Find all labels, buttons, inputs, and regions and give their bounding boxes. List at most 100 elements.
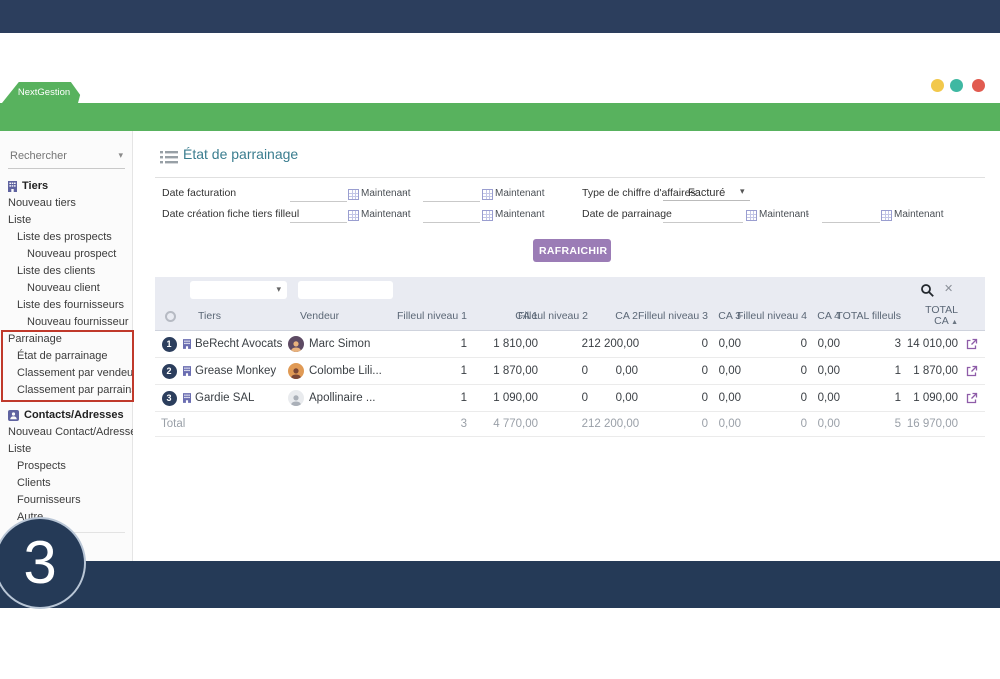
vendeur-name: Colombe Lili... bbox=[309, 365, 382, 377]
range-separator: - bbox=[404, 209, 407, 220]
sidebar-section-tiers[interactable]: Tiers bbox=[0, 178, 133, 195]
calendar-icon[interactable] bbox=[348, 189, 359, 200]
building-icon bbox=[183, 393, 191, 403]
date-parrainage-from-input[interactable] bbox=[663, 207, 743, 223]
now-hint: Maintenant bbox=[894, 209, 943, 220]
table-row[interactable]: 1 BeRecht Avocats Marc Simon 1 1 810,00 … bbox=[155, 331, 985, 358]
col-header-f4[interactable]: Filleul niveau 4 bbox=[737, 303, 807, 330]
table-filter-select[interactable]: ▾ bbox=[190, 281, 287, 299]
sidebar-item-liste-tiers[interactable]: Liste bbox=[0, 212, 133, 229]
sidebar-item-classement-parrains[interactable]: Classement par parrains bbox=[0, 382, 133, 399]
sidebar-item-nouveau-fournisseur[interactable]: Nouveau fournisseur bbox=[0, 314, 133, 331]
search-icon[interactable] bbox=[920, 283, 935, 298]
cell-ca4: 0,00 bbox=[807, 338, 840, 350]
col-header-tiers[interactable]: Tiers bbox=[198, 303, 221, 330]
cell-f4: 0 bbox=[741, 365, 807, 377]
brand-tab[interactable]: NextGestion bbox=[2, 82, 86, 103]
total-label: Total bbox=[155, 418, 283, 430]
open-row-icon[interactable] bbox=[958, 392, 985, 404]
date-facturation-from-input[interactable] bbox=[290, 186, 347, 202]
calendar-icon[interactable] bbox=[881, 210, 892, 221]
sidebar-item-label: Contacts/Adresses bbox=[24, 407, 124, 424]
window-title-bar: NextGestion bbox=[0, 0, 1000, 33]
search-input[interactable] bbox=[8, 145, 112, 167]
vendeur-name: Apollinaire ... bbox=[309, 392, 375, 404]
header-divider bbox=[155, 177, 985, 178]
sidebar-section-contacts[interactable]: Contacts/Adresses bbox=[0, 407, 133, 424]
total-ca4: 0,00 bbox=[807, 418, 840, 430]
calendar-icon[interactable] bbox=[348, 210, 359, 221]
chevron-down-icon[interactable]: ▾ bbox=[740, 186, 745, 197]
type-ca-label: Type de chiffre d'affaires bbox=[582, 187, 696, 199]
main-nav-bar bbox=[0, 103, 1000, 131]
calendar-icon[interactable] bbox=[746, 210, 757, 221]
range-separator: - bbox=[806, 209, 809, 220]
total-ca1: 4 770,00 bbox=[467, 418, 538, 430]
col-header-vendeur[interactable]: Vendeur bbox=[300, 303, 339, 330]
cell-total-ca: 1 870,00 bbox=[901, 365, 958, 377]
sidebar-menu: Tiers Nouveau tiers Liste Liste des pros… bbox=[0, 178, 133, 533]
col-header-f2[interactable]: Filleul niveau 2 bbox=[518, 303, 588, 330]
tiers-name: BeRecht Avocats bbox=[195, 338, 282, 350]
cell-ca4: 0,00 bbox=[807, 392, 840, 404]
sidebar-item-liste-fournisseurs[interactable]: Liste des fournisseurs bbox=[0, 297, 133, 314]
sidebar-item-clients[interactable]: Clients bbox=[0, 475, 133, 492]
total-ca: 16 970,00 bbox=[901, 418, 958, 430]
sidebar-item-parrainage[interactable]: Parrainage bbox=[0, 331, 133, 348]
cell-total-filleuls: 1 bbox=[840, 365, 901, 377]
open-row-icon[interactable] bbox=[958, 338, 985, 350]
window-dot-green[interactable] bbox=[950, 79, 963, 92]
cell-f3: 0 bbox=[638, 392, 708, 404]
col-header-f3[interactable]: Filleul niveau 3 bbox=[638, 303, 708, 330]
cell-f1: 1 bbox=[403, 338, 467, 350]
info-icon bbox=[165, 311, 176, 322]
date-creation-to-input[interactable] bbox=[423, 207, 480, 223]
total-f4: 0 bbox=[741, 418, 807, 430]
refresh-button[interactable]: RAFRAICHIR bbox=[533, 239, 611, 262]
col-header-total-filleuls[interactable]: TOTAL filleuls bbox=[836, 303, 901, 330]
window-dot-yellow[interactable] bbox=[931, 79, 944, 92]
sidebar-item-nouveau-tiers[interactable]: Nouveau tiers bbox=[0, 195, 133, 212]
table-filter-input[interactable] bbox=[298, 281, 393, 299]
open-row-icon[interactable] bbox=[958, 365, 985, 377]
date-parrainage-to-input[interactable] bbox=[822, 207, 880, 223]
table-row[interactable]: 2 Grease Monkey Colombe Lili... 1 1 870,… bbox=[155, 358, 985, 385]
clear-icon[interactable]: ✕ bbox=[944, 282, 953, 295]
date-creation-from-input[interactable] bbox=[290, 207, 347, 223]
sidebar-item-liste-contacts[interactable]: Liste bbox=[0, 441, 133, 458]
cell-ca3: 0,00 bbox=[708, 392, 741, 404]
cell-ca2: 0,00 bbox=[588, 392, 638, 404]
col-header-f1[interactable]: Filleul niveau 1 bbox=[397, 303, 467, 330]
sidebar-item-liste-prospects[interactable]: Liste des prospects bbox=[0, 229, 133, 246]
calendar-icon[interactable] bbox=[482, 210, 493, 221]
total-f1: 3 bbox=[403, 418, 467, 430]
sidebar-item-nouveau-client[interactable]: Nouveau client bbox=[0, 280, 133, 297]
table-total-row: Total 3 4 770,00 2 12 200,00 0 0,00 0 0,… bbox=[155, 412, 985, 437]
sidebar-search[interactable]: ▾ bbox=[8, 145, 125, 169]
sidebar-item-prospects[interactable]: Prospects bbox=[0, 458, 133, 475]
cell-ca2: 12 200,00 bbox=[588, 338, 638, 350]
sidebar-item-etat-de-parrainage[interactable]: État de parrainage bbox=[0, 348, 133, 365]
sidebar-item-nouveau-prospect[interactable]: Nouveau prospect bbox=[0, 246, 133, 263]
chevron-down-icon[interactable]: ▾ bbox=[118, 150, 123, 161]
calendar-icon[interactable] bbox=[482, 189, 493, 200]
cell-total-filleuls: 3 bbox=[840, 338, 901, 350]
sidebar-item-liste-clients[interactable]: Liste des clients bbox=[0, 263, 133, 280]
window-dot-red[interactable] bbox=[972, 79, 985, 92]
col-header-total-ca[interactable]: TOTAL CA ▲ bbox=[925, 305, 958, 328]
sidebar-item-nouveau-contact[interactable]: Nouveau Contact/Adresse bbox=[0, 424, 133, 441]
cell-f3: 0 bbox=[638, 365, 708, 377]
sidebar-item-fournisseurs[interactable]: Fournisseurs bbox=[0, 492, 133, 509]
now-hint: Maintenant bbox=[495, 209, 544, 220]
cell-f2: 0 bbox=[538, 392, 588, 404]
date-facturation-to-input[interactable] bbox=[423, 186, 480, 202]
chevron-down-icon: ▾ bbox=[276, 284, 281, 295]
now-hint: Maintenant bbox=[759, 209, 808, 220]
col-header-ca2[interactable]: CA 2 bbox=[615, 303, 638, 330]
table-row[interactable]: 3 Gardie SAL Apollinaire ... 1 1 090,00 … bbox=[155, 385, 985, 412]
type-ca-select[interactable]: Facturé bbox=[688, 187, 725, 199]
list-icon bbox=[160, 151, 178, 164]
total-ca2: 12 200,00 bbox=[588, 418, 638, 430]
secondary-tab[interactable] bbox=[78, 82, 158, 103]
sidebar-item-classement-vendeurs[interactable]: Classement par vendeurs bbox=[0, 365, 133, 382]
